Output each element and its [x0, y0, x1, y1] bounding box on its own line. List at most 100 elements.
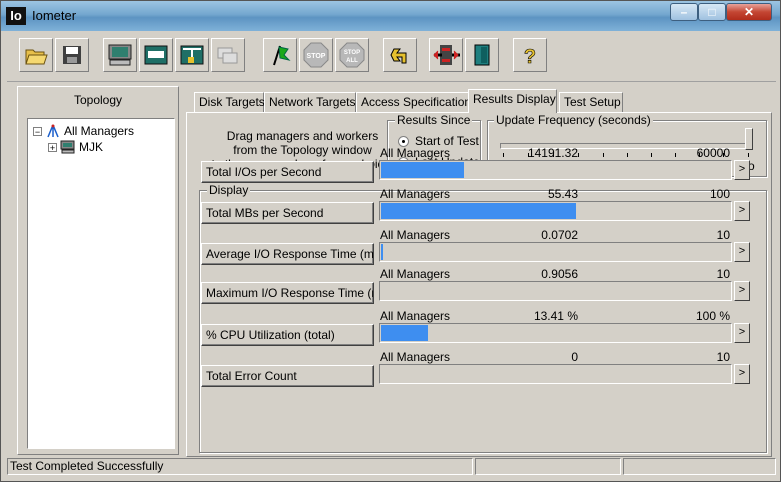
new-network-worker-button[interactable] — [175, 38, 209, 72]
instruction-line-1: Drag managers and workers — [226, 129, 379, 143]
meter-labels: All Managers 13.41 % 100 % — [380, 309, 730, 323]
chevron-right-icon[interactable]: > — [734, 364, 750, 384]
topology-title: Topology — [73, 93, 123, 107]
collapse-icon[interactable]: − — [33, 126, 42, 136]
results-display-panel: Drag managers and workers from the Topol… — [186, 112, 772, 457]
metric-select-button[interactable]: Maximum I/O Response Time (ms) — [201, 282, 374, 304]
start-tests-button[interactable] — [263, 38, 297, 72]
topology-tree[interactable]: − All Managers + MJK — [27, 118, 175, 449]
about-icon: ? — [524, 46, 537, 67]
status-message: Test Completed Successfully — [7, 458, 473, 475]
tab-results-display[interactable]: Results Display — [468, 89, 557, 113]
tab-disk-targets[interactable]: Disk Targets — [194, 92, 265, 112]
metric-select-button[interactable]: Average I/O Response Time (ms) — [201, 243, 374, 265]
progress-meter[interactable] — [379, 323, 732, 343]
progress-meter-fill — [381, 162, 464, 178]
progress-meter[interactable] — [379, 201, 732, 221]
close-button[interactable]: ✕ — [726, 3, 772, 21]
stop-icon: STOP — [303, 42, 329, 68]
save-config-button[interactable] — [55, 38, 89, 72]
meter-max: 100 — [709, 187, 730, 201]
metric-select-button[interactable]: % CPU Utilization (total) — [201, 324, 374, 346]
exit-button[interactable] — [465, 38, 499, 72]
tree-item-mjk[interactable]: + MJK — [48, 139, 103, 155]
update-frequency-label: Update Frequency (seconds) — [494, 113, 653, 127]
duplicate-worker-button[interactable] — [211, 38, 245, 72]
progress-meter-fill — [381, 203, 576, 219]
computer-icon — [60, 140, 75, 154]
tab-access-specifications[interactable]: Access Specifications — [356, 92, 477, 112]
meter-target-label: All Managers — [380, 267, 451, 281]
progress-meter[interactable] — [379, 242, 732, 262]
about-button[interactable]: ? — [513, 38, 547, 72]
meter-value: 13.41 % — [533, 309, 578, 323]
radio-selected-icon — [398, 135, 409, 147]
maximize-icon: □ — [708, 5, 716, 19]
new-worker-icon — [144, 45, 168, 65]
stop-all-button[interactable]: STOP ALL — [335, 38, 369, 72]
meter-target-label: All Managers — [380, 146, 451, 160]
status-pane-3 — [623, 458, 776, 475]
reset-workers-button[interactable] — [383, 38, 417, 72]
meter-max: 60000 — [696, 146, 730, 160]
meter-value: 14191.32 — [527, 146, 578, 160]
new-worker-button[interactable] — [139, 38, 173, 72]
tree-label-root: All Managers — [64, 124, 135, 138]
network-icon — [47, 124, 59, 138]
tree-item-all-managers[interactable]: − All Managers — [33, 123, 134, 139]
open-config-button[interactable] — [19, 38, 53, 72]
tab-network-targets[interactable]: Network Targets — [264, 92, 356, 112]
chevron-right-icon[interactable]: > — [734, 160, 750, 180]
meter-value: 0.0702 — [541, 228, 578, 242]
instruction-line-2: from the Topology window — [233, 143, 372, 157]
chevron-right-icon[interactable]: > — [734, 281, 750, 301]
update-frequency-slider-thumb[interactable] — [745, 128, 753, 150]
progress-meter[interactable] — [379, 281, 732, 301]
metric-select-button[interactable]: Total MBs per Second — [201, 202, 374, 224]
new-manager-icon — [108, 44, 132, 66]
progress-meter-fill — [381, 325, 428, 341]
meter-target-label: All Managers — [380, 309, 451, 323]
chevron-right-icon[interactable]: > — [734, 323, 750, 343]
title-bar[interactable]: Io Iometer – □ ✕ — [1, 1, 780, 31]
save-disk-icon — [63, 46, 81, 64]
metric-select-button[interactable]: Total Error Count — [201, 365, 374, 387]
chevron-right-icon[interactable]: > — [734, 201, 750, 221]
display-label: Display — [207, 183, 251, 197]
minimize-button[interactable]: – — [670, 3, 698, 21]
svg-text:?: ? — [524, 46, 536, 67]
tree-label-child: MJK — [79, 140, 103, 154]
meter-target-label: All Managers — [380, 350, 451, 364]
meter-value: 55.43 — [547, 187, 578, 201]
meter-labels: All Managers 55.43 100 — [380, 187, 730, 201]
new-network-worker-icon — [180, 45, 204, 65]
stop-label: STOP — [307, 53, 326, 60]
iometer-app-icon[interactable]: Io — [6, 7, 26, 25]
reset-workers-icon — [390, 48, 407, 64]
test-options-button[interactable] — [429, 38, 463, 72]
progress-meter[interactable] — [379, 364, 732, 384]
meter-labels: All Managers 0.0702 10 — [380, 228, 730, 242]
chevron-right-icon[interactable]: > — [734, 242, 750, 262]
meter-max: 10 — [716, 267, 730, 281]
stop-test-button[interactable]: STOP — [299, 38, 333, 72]
meter-value: 0 — [571, 350, 578, 364]
start-flag-icon — [273, 45, 291, 66]
close-icon: ✕ — [743, 5, 755, 19]
minimize-icon: – — [680, 5, 688, 19]
progress-meter-fill — [381, 244, 383, 260]
iometer-window: Io Iometer – □ ✕ STOP STOP ALL ? Topolog… — [0, 0, 781, 482]
new-manager-button[interactable] — [103, 38, 137, 72]
progress-meter[interactable] — [379, 160, 732, 180]
exit-icon — [433, 45, 460, 65]
maximize-button[interactable]: □ — [698, 3, 726, 21]
expand-icon[interactable]: + — [48, 142, 57, 152]
meter-target-label: All Managers — [380, 228, 451, 242]
tab-test-setup[interactable]: Test Setup — [559, 92, 623, 112]
svg-text:ALL: ALL — [346, 58, 358, 64]
window-title: Iometer — [32, 8, 77, 23]
results-since-label: Results Since — [395, 113, 473, 127]
metric-select-button[interactable]: Total I/Os per Second — [201, 161, 374, 183]
meter-target-label: All Managers — [380, 187, 451, 201]
client-area: STOP STOP ALL ? Topology − All Managers … — [7, 31, 776, 477]
